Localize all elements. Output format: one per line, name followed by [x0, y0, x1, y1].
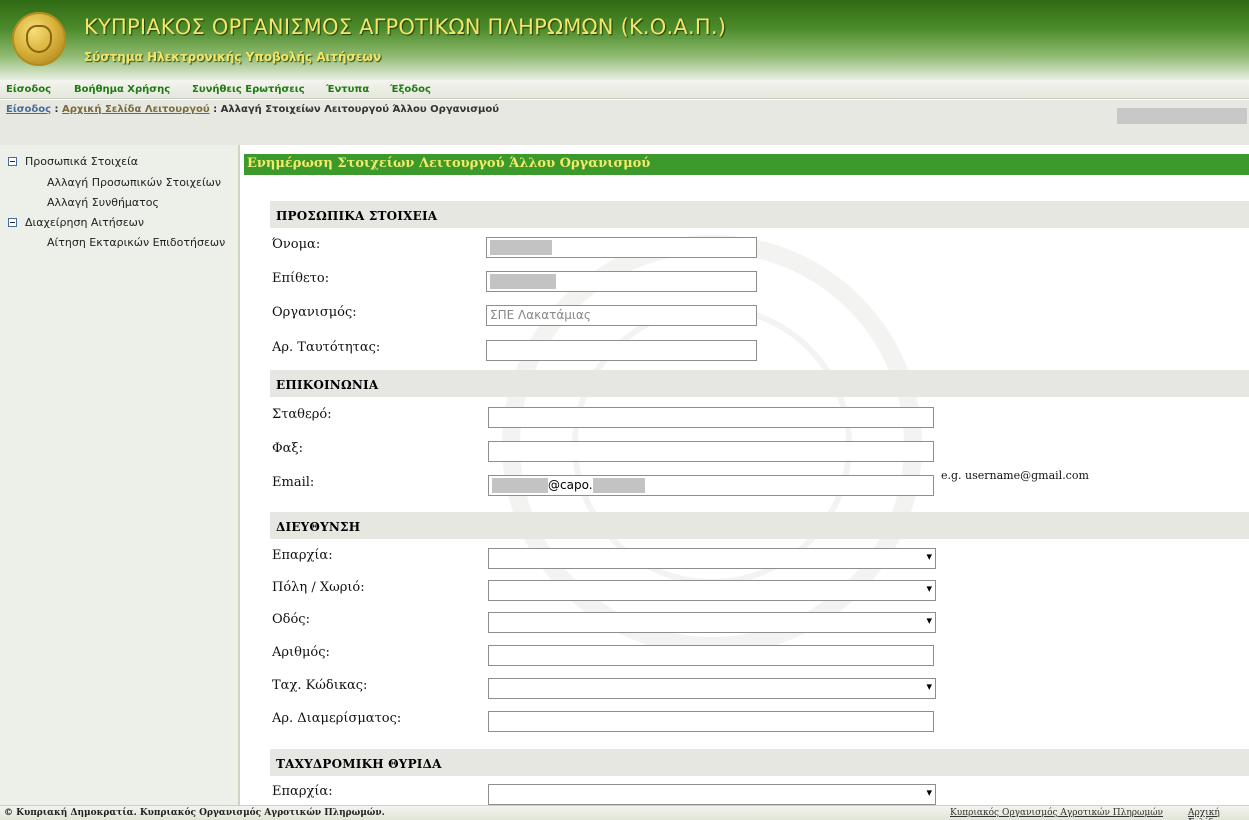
postcode-label: Ταχ. Κώδικας:	[272, 678, 368, 693]
section-pobox-title: ΤΑΧΥΔΡΟΜΙΚΗ ΘΥΡΙΔΑ	[270, 749, 1249, 776]
city-select[interactable]	[488, 580, 936, 601]
panel-title: Ενημέρωση Στοιχείων Λειτουργού Άλλου Οργ…	[244, 154, 1249, 175]
phone-field[interactable]	[488, 407, 934, 428]
top-menu: Είσοδος Βοήθημα Χρήσης Συνήθεις Ερωτήσει…	[0, 80, 1249, 99]
main-content: Ενημέρωση Στοιχείων Λειτουργού Άλλου Οργ…	[242, 145, 1249, 805]
organization-field[interactable]: ΣΠΕ Λακατάμιας	[486, 305, 757, 326]
postcode-select[interactable]	[488, 678, 936, 699]
id-number-label: Αρ. Ταυτότητας:	[272, 340, 381, 355]
breadcrumb-separator: :	[54, 104, 59, 115]
sidebar-item-hectare-subsidies[interactable]: Αίτηση Εκταρικών Επιδοτήσεων	[47, 236, 225, 249]
city-label: Πόλη / Χωριό:	[272, 580, 365, 595]
id-number-field[interactable]	[486, 340, 757, 361]
menu-forms[interactable]: Έντυπα	[326, 84, 369, 95]
site-subtitle: Σύστημα Ηλεκτρονικής Υποβολής Αιτήσεων	[84, 50, 382, 64]
footer-org-link[interactable]: Κυπριακός Οργανισμός Αγροτικών Πληρωμών	[950, 808, 1163, 818]
first-name-field[interactable]	[486, 237, 757, 258]
redacted-value	[492, 478, 548, 493]
site-title: ΚΥΠΡΙΑΚΟΣ ΟΡΓΑΝΙΣΜΟΣ ΑΓΡΟΤΙΚΩΝ ΠΛΗΡΩΜΩΝ …	[84, 15, 727, 39]
district-select[interactable]	[488, 548, 936, 569]
footer: © Κυπριακή Δημοκρατία. Κυπριακός Οργανισ…	[0, 805, 1249, 820]
tree-group-label: Προσωπικά Στοιχεία	[25, 155, 139, 168]
section-address-title: ΔΙΕΥΘΥΝΣΗ	[270, 512, 1249, 539]
header-banner: ΚΥΠΡΙΑΚΟΣ ΟΡΓΑΝΙΣΜΟΣ ΑΓΡΟΤΙΚΩΝ ΠΛΗΡΩΜΩΝ …	[0, 0, 1249, 80]
footer-home-link[interactable]: Αρχική Σελίδα	[1188, 808, 1249, 820]
breadcrumb-bar: Είσοδος : Αρχική Σελίδα Λειτουργού : Αλλ…	[0, 100, 1249, 145]
sidebar-item-change-password[interactable]: Αλλαγή Συνθήματος	[47, 196, 159, 209]
redacted-value	[490, 274, 556, 289]
number-label: Αριθμός:	[272, 645, 330, 660]
tree-group-label: Διαχείρηση Αιτήσεων	[25, 216, 145, 229]
breadcrumb-home-link[interactable]: Αρχική Σελίδα Λειτουργού	[62, 104, 210, 115]
organization-label: Οργανισμός:	[272, 305, 357, 320]
email-field[interactable]: @capo.	[488, 475, 934, 496]
email-hint: e.g. username@gmail.com	[941, 469, 1089, 482]
first-name-label: Όνομα:	[272, 237, 321, 252]
menu-logout[interactable]: Έξοδος	[390, 84, 431, 95]
last-name-label: Επίθετο:	[272, 271, 330, 286]
coat-of-arms-seal-icon	[12, 12, 66, 66]
footer-copyright: © Κυπριακή Δημοκρατία. Κυπριακός Οργανισ…	[4, 808, 385, 818]
breadcrumb-separator: :	[213, 104, 218, 115]
redacted-value	[592, 478, 645, 493]
sidebar-tree: Προσωπικά Στοιχεία Αλλαγή Προσωπικών Στο…	[0, 145, 240, 805]
breadcrumb-current: Αλλαγή Στοιχείων Λειτουργού Άλλου Οργανι…	[220, 104, 499, 115]
fax-label: Φαξ:	[272, 441, 303, 456]
breadcrumb-login-link[interactable]: Είσοδος	[6, 104, 51, 115]
sidebar-item-change-personal-details[interactable]: Αλλαγή Προσωπικών Στοιχείων	[47, 176, 221, 189]
section-personal-title: ΠΡΟΣΩΠΙΚΑ ΣΤΟΙΧΕΙΑ	[270, 201, 1249, 228]
tree-group-personal[interactable]: Προσωπικά Στοιχεία	[8, 155, 138, 168]
pobox-district-select[interactable]	[488, 784, 936, 805]
number-field[interactable]	[488, 645, 934, 666]
redacted-value	[490, 240, 552, 255]
apartment-field[interactable]	[488, 711, 934, 732]
section-contact-title: ΕΠΙΚΟΙΝΩΝΙΑ	[270, 370, 1249, 397]
pobox-district-label: Επαρχία:	[272, 784, 333, 799]
district-label: Επαρχία:	[272, 548, 333, 563]
email-label: Email:	[272, 475, 315, 490]
menu-faq[interactable]: Συνήθεις Ερωτήσεις	[192, 84, 305, 95]
apartment-label: Αρ. Διαμερίσματος:	[272, 711, 402, 726]
email-domain-text: @capo.	[548, 478, 593, 492]
fax-field[interactable]	[488, 441, 934, 462]
phone-label: Σταθερό:	[272, 407, 332, 422]
collapse-icon[interactable]	[8, 157, 17, 166]
breadcrumb: Είσοδος : Αρχική Σελίδα Λειτουργού : Αλλ…	[6, 104, 499, 115]
tree-group-applications[interactable]: Διαχείρηση Αιτήσεων	[8, 216, 144, 229]
menu-login[interactable]: Είσοδος	[6, 84, 51, 95]
street-label: Οδός:	[272, 612, 310, 627]
street-select[interactable]	[488, 612, 936, 633]
last-name-field[interactable]	[486, 271, 757, 292]
redacted-user-box	[1117, 108, 1247, 124]
menu-help[interactable]: Βοήθημα Χρήσης	[74, 84, 170, 95]
collapse-icon[interactable]	[8, 218, 17, 227]
